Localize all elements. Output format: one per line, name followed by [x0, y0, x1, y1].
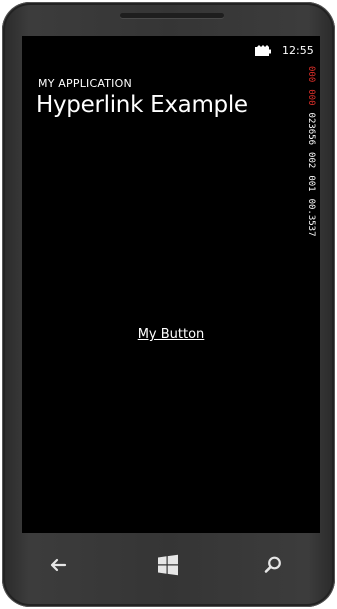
hyperlink-container: My Button	[22, 327, 320, 342]
status-time: 12:55	[282, 44, 314, 57]
status-bar: 12:55	[22, 36, 320, 64]
search-icon	[264, 556, 281, 573]
hardware-nav-bar	[2, 542, 335, 592]
back-button[interactable]	[43, 552, 73, 578]
start-button[interactable]	[153, 552, 183, 578]
phone-screen: 12:55 MY APPLICATION Hyperlink Example 0…	[22, 36, 320, 533]
counter-segment: 000	[306, 89, 316, 106]
earpiece-speaker	[120, 13, 224, 18]
page-title: Hyperlink Example	[36, 92, 248, 118]
frame-rate-counter: 000 000 023656 002 001 00.3537	[304, 66, 318, 326]
app-title: MY APPLICATION	[38, 77, 132, 90]
counter-segment: 023656	[306, 112, 316, 146]
back-arrow-icon	[50, 558, 67, 572]
phone-frame: 12:55 MY APPLICATION Hyperlink Example 0…	[2, 2, 335, 607]
my-button-hyperlink[interactable]: My Button	[138, 327, 205, 342]
counter-segment: 000	[306, 66, 316, 83]
counter-segment: 002	[306, 152, 316, 169]
counter-segment: 00.3537	[306, 198, 316, 237]
battery-charging-icon	[255, 45, 271, 56]
windows-logo-icon	[158, 554, 178, 576]
counter-segment: 001	[306, 175, 316, 192]
search-button[interactable]	[258, 552, 288, 578]
